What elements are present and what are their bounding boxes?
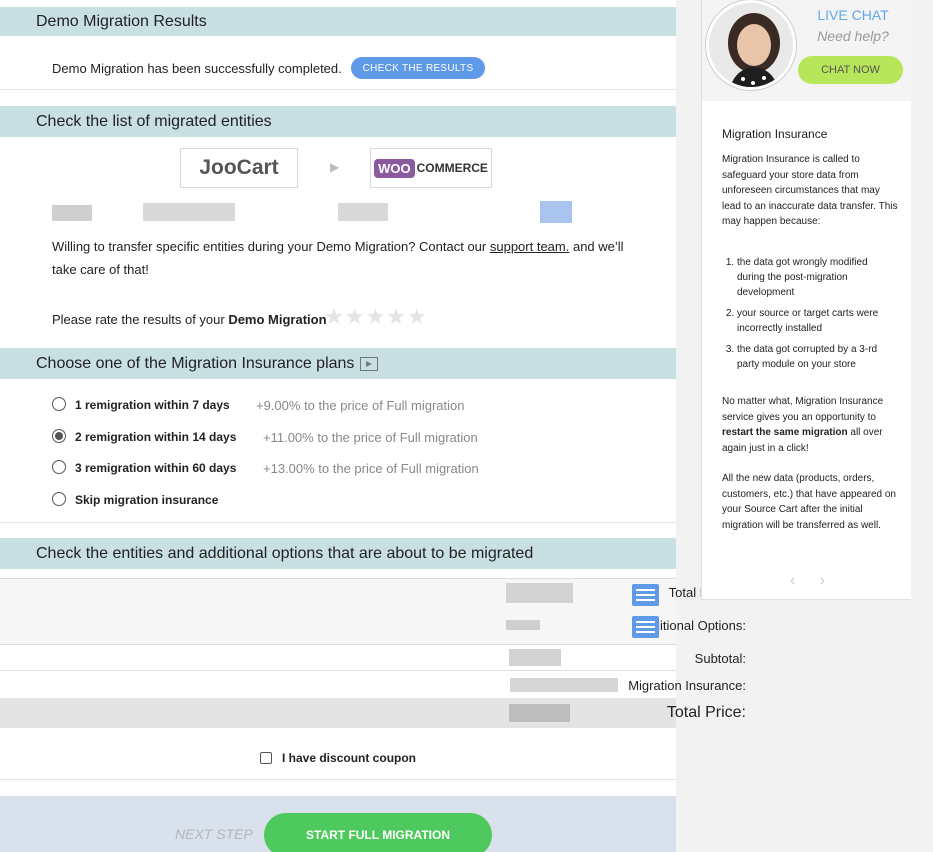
sidebar-reason-item: the data got wrongly modified during the… bbox=[737, 255, 895, 300]
sidebar-intro: Migration Insurance is called to safegua… bbox=[722, 154, 898, 227]
subtotal-label: Subtotal: bbox=[694, 651, 746, 666]
insurance-option-label[interactable]: 1 remigration within 7 days bbox=[75, 398, 230, 412]
rate-text-bold: Demo Migration bbox=[228, 312, 327, 327]
redacted-value bbox=[506, 620, 540, 630]
support-team-link[interactable]: support team. bbox=[490, 239, 570, 254]
sidebar-paragraph-part: No matter what, Migration Insurance serv… bbox=[722, 396, 884, 423]
entities-header: Check the list of migrated entities bbox=[0, 106, 676, 137]
rate-text: Please rate the results of your Demo Mig… bbox=[52, 312, 327, 327]
insurance-header: Choose one of the Migration Insurance pl… bbox=[0, 348, 676, 379]
divider bbox=[0, 670, 676, 671]
transfer-text: Willing to transfer specific entities du… bbox=[52, 239, 624, 254]
divider bbox=[0, 779, 676, 780]
transfer-text-part: Willing to transfer specific entities du… bbox=[52, 239, 490, 254]
redacted-entity bbox=[338, 203, 388, 221]
start-full-migration-button[interactable]: START FULL MIGRATION bbox=[264, 813, 492, 852]
insurance-option-radio[interactable] bbox=[52, 492, 66, 506]
redacted-entity bbox=[52, 205, 92, 221]
source-cart-logo: JooCart bbox=[180, 148, 298, 188]
additional-options-menu-button[interactable] bbox=[632, 616, 659, 638]
sidebar-reason-item: the data got corrupted by a 3-rd party m… bbox=[737, 342, 895, 372]
insurance-option-radio[interactable] bbox=[52, 460, 66, 474]
summary-header: Check the entities and additional option… bbox=[0, 538, 676, 569]
redacted-value bbox=[506, 583, 573, 603]
insurance-option-label[interactable]: 2 remigration within 14 days bbox=[75, 430, 236, 444]
check-results-button[interactable]: CHECK THE RESULTS bbox=[351, 57, 485, 79]
insurance-option-label[interactable]: 3 remigration within 60 days bbox=[75, 461, 236, 475]
rating-stars[interactable]: ★★★★★ bbox=[324, 304, 428, 330]
rate-text-part: Please rate the results of your bbox=[52, 312, 229, 327]
insurance-header-text: Choose one of the Migration Insurance pl… bbox=[36, 354, 355, 372]
discount-label[interactable]: I have discount coupon bbox=[282, 751, 416, 765]
sidebar-paragraph: All the new data (products, orders, cust… bbox=[722, 473, 896, 531]
sidebar-title: Migration Insurance bbox=[722, 127, 828, 141]
live-chat-title: LIVE CHAT bbox=[817, 7, 889, 23]
redacted-value bbox=[509, 704, 570, 722]
arrow-right-icon: ▶ bbox=[330, 160, 340, 174]
need-help-text: Need help? bbox=[817, 28, 889, 44]
insurance-option-price: +13.00% to the price of Full migration bbox=[263, 461, 479, 476]
transfer-text-line2: take care of that! bbox=[52, 262, 149, 277]
total-entities-menu-button[interactable] bbox=[632, 584, 659, 606]
sidebar-reason-item: your source or target carts were incorre… bbox=[737, 306, 895, 336]
total-price-row bbox=[0, 698, 676, 728]
insurance-option-radio[interactable] bbox=[52, 397, 66, 411]
commerce-logo-text: COMMERCE bbox=[416, 161, 488, 175]
target-cart-logo: WOO COMMERCE bbox=[370, 148, 492, 188]
source-cart-logo-text: JooCart bbox=[199, 156, 279, 179]
redacted-value bbox=[509, 649, 561, 666]
sidebar-paragraph-bold: restart the same migration bbox=[722, 427, 848, 438]
total-price-label: Total Price: bbox=[666, 704, 746, 721]
insurance-option-price: +9.00% to the price of Full migration bbox=[256, 398, 465, 413]
results-header: Demo Migration Results bbox=[0, 7, 676, 36]
transfer-text-part: and we’ll bbox=[569, 239, 624, 254]
next-step-label: NEXT STEP bbox=[175, 826, 253, 842]
redacted-entity bbox=[540, 201, 572, 223]
carousel-arrows[interactable]: ‹ › bbox=[790, 572, 835, 590]
migration-insurance-label: Migration Insurance: bbox=[628, 678, 746, 693]
divider bbox=[0, 89, 676, 90]
insurance-option-price: +11.00% to the price of Full migration bbox=[263, 430, 478, 445]
redacted-value bbox=[510, 678, 618, 692]
sidebar-paragraph: No matter what, Migration Insurance serv… bbox=[722, 394, 900, 456]
results-message: Demo Migration has been successfully com… bbox=[52, 61, 342, 76]
sidebar-reasons-list: the data got wrongly modified during the… bbox=[725, 255, 895, 372]
insurance-option-radio[interactable] bbox=[52, 429, 66, 443]
support-avatar bbox=[706, 0, 796, 90]
divider bbox=[0, 522, 676, 523]
redacted-entity bbox=[143, 203, 235, 221]
summary-rows bbox=[0, 578, 676, 644]
chat-now-button[interactable]: CHAT NOW bbox=[798, 56, 903, 84]
woo-logo-text: WOO bbox=[374, 158, 415, 178]
discount-checkbox[interactable] bbox=[260, 752, 272, 764]
insurance-option-label[interactable]: Skip migration insurance bbox=[75, 493, 218, 507]
video-icon[interactable] bbox=[360, 356, 379, 371]
